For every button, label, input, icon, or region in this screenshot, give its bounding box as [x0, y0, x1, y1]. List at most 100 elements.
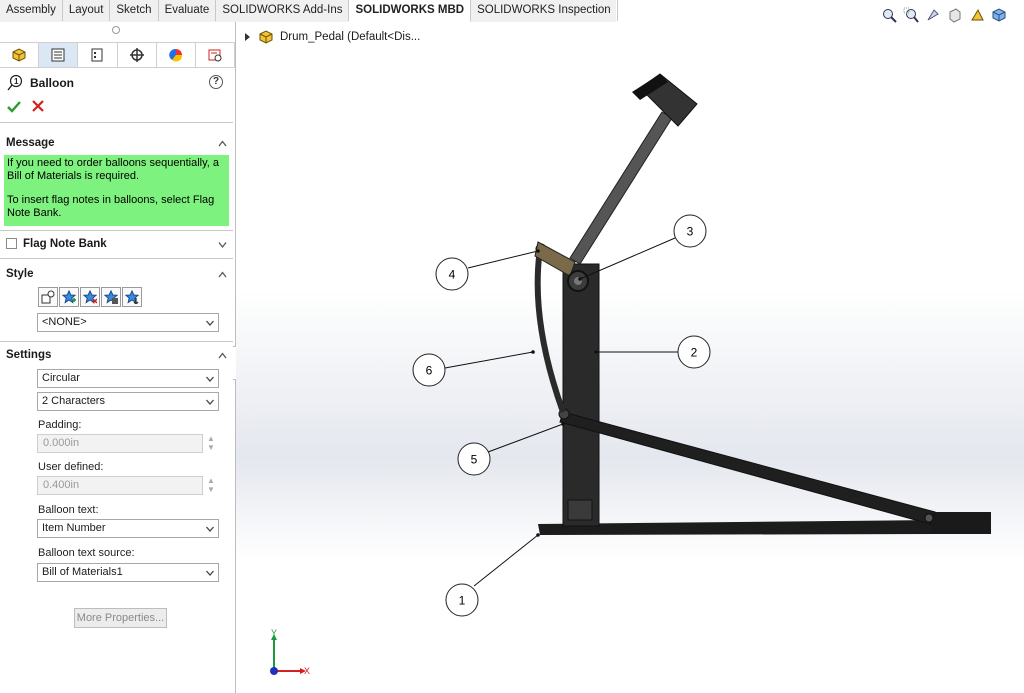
ok-button[interactable] — [6, 99, 22, 119]
cancel-button[interactable] — [31, 99, 45, 118]
zoom-to-area-button[interactable] — [902, 6, 920, 24]
display-style-icon — [992, 8, 1006, 22]
property-manager-title: Balloon — [30, 76, 74, 90]
divider — [0, 230, 233, 231]
delete-style-star-icon — [83, 290, 97, 304]
section-view-icon — [949, 8, 961, 23]
previous-view-icon — [927, 9, 939, 21]
previous-view-button[interactable] — [924, 6, 942, 24]
balloon-text-value: Item Number — [42, 522, 106, 534]
save-style-icon — [104, 290, 118, 304]
flag-note-bank-label: Flag Note Bank — [23, 238, 107, 250]
balloon-size-dropdown[interactable]: 2 Characters — [37, 392, 219, 411]
graphics-area[interactable] — [236, 22, 1024, 693]
chevron-down-icon — [206, 320, 214, 326]
tab-layout[interactable]: Layout — [63, 0, 111, 21]
mbd-manager-tab[interactable] — [196, 43, 236, 67]
tab-evaluate[interactable]: Evaluate — [159, 0, 217, 21]
tab-solidworks-mbd[interactable]: SOLIDWORKS MBD — [349, 0, 472, 22]
checkmark-icon — [7, 101, 21, 113]
load-style-button[interactable] — [122, 287, 142, 307]
property-manager-title-row: 1 Balloon — [6, 74, 74, 92]
add-style-button[interactable] — [59, 287, 79, 307]
manager-icon-tabs — [0, 42, 236, 68]
delete-style-button[interactable] — [80, 287, 100, 307]
style-dropdown-value: <NONE> — [42, 316, 87, 328]
divider — [0, 122, 233, 123]
load-style-icon — [125, 290, 139, 304]
settings-section-title: Settings — [6, 349, 52, 361]
padding-label: Padding: — [38, 419, 82, 431]
close-icon — [32, 100, 44, 112]
balloon-shape-dropdown[interactable]: Circular — [37, 369, 219, 388]
chevron-down-icon — [206, 570, 214, 576]
user-defined-spinner[interactable]: ▲ ▼ — [206, 476, 216, 495]
heads-up-view-toolbar — [880, 6, 1008, 24]
configuration-manager-icon — [91, 48, 103, 62]
mbd-manager-icon — [208, 49, 222, 62]
balloon-size-value: 2 Characters — [42, 395, 105, 407]
display-manager-tab[interactable] — [157, 43, 196, 67]
chevron-up-icon — [218, 351, 227, 358]
panel-grip-handle[interactable] — [112, 26, 120, 34]
flag-note-bank-checkbox[interactable] — [6, 238, 17, 250]
feature-tree-root[interactable]: Drum_Pedal (Default<Dis... — [244, 29, 420, 45]
message-line-2: To insert flag notes in balloons, select… — [7, 194, 215, 219]
message-section-header[interactable]: Message — [0, 132, 233, 154]
zoom-to-fit-button[interactable] — [880, 6, 898, 24]
divider — [0, 341, 233, 342]
view-orientation-icon — [971, 8, 984, 21]
tab-assembly[interactable]: Assembly — [0, 0, 63, 21]
assembly-name: Drum_Pedal (Default<Dis... — [280, 31, 421, 43]
settings-section-header[interactable]: Settings — [0, 344, 233, 366]
message-section-title: Message — [6, 137, 55, 149]
style-dropdown[interactable]: <NONE> — [37, 313, 219, 332]
more-properties-button[interactable]: More Properties... — [74, 608, 167, 628]
display-manager-icon — [169, 48, 182, 62]
tab-solidworks-inspection[interactable]: SOLIDWORKS Inspection — [471, 0, 618, 21]
user-defined-label: User defined: — [38, 461, 104, 473]
expand-arrow-icon[interactable] — [244, 33, 252, 41]
flag-note-bank-row[interactable]: Flag Note Bank — [0, 233, 233, 255]
display-style-button[interactable] — [990, 6, 1008, 24]
save-style-button[interactable] — [101, 287, 121, 307]
user-defined-input[interactable]: 0.400in — [37, 476, 203, 495]
property-manager-icon — [51, 48, 65, 62]
message-box: If you need to order balloons sequential… — [4, 155, 229, 226]
chevron-down-icon — [206, 399, 214, 405]
help-icon[interactable]: ? — [209, 75, 223, 89]
zoom-to-area-icon — [903, 7, 919, 23]
add-style-star-icon — [62, 290, 76, 304]
configuration-manager-tab[interactable] — [78, 43, 118, 67]
divider — [0, 258, 233, 259]
balloon-text-dropdown[interactable]: Item Number — [37, 519, 219, 538]
tab-sketch[interactable]: Sketch — [110, 0, 159, 21]
balloon-text-label: Balloon text: — [38, 504, 99, 516]
balloon-shape-value: Circular — [42, 372, 80, 384]
chevron-up-icon — [218, 139, 227, 146]
tab-solidworks-add-ins[interactable]: SOLIDWORKS Add-Ins — [216, 0, 350, 21]
style-section-header[interactable]: Style — [0, 263, 233, 285]
feature-manager-tab[interactable] — [0, 43, 40, 67]
dimxpert-icon — [129, 48, 144, 62]
section-view-button[interactable] — [946, 6, 964, 24]
message-line-1: If you need to order balloons sequential… — [7, 157, 219, 182]
balloon-text-source-dropdown[interactable]: Bill of Materials1 — [37, 563, 219, 582]
chevron-down-icon — [206, 376, 214, 382]
apply-default-style-button[interactable] — [38, 287, 58, 307]
balloon-icon: 1 — [7, 74, 23, 91]
svg-text:1: 1 — [14, 77, 19, 86]
padding-spinner[interactable]: ▲ ▼ — [206, 434, 216, 453]
chevron-up-icon — [218, 270, 227, 277]
view-orientation-button[interactable] — [968, 6, 986, 24]
balloon-text-source-value: Bill of Materials1 — [42, 566, 123, 578]
padding-input[interactable]: 0.000in — [37, 434, 203, 453]
dimxpert-tab[interactable] — [118, 43, 157, 67]
property-manager-panel: 1 Balloon ? Message If you need to order… — [0, 22, 236, 693]
default-style-icon — [41, 290, 55, 304]
chevron-down-icon — [218, 241, 227, 248]
style-toolbar — [38, 287, 143, 307]
style-section-title: Style — [6, 268, 34, 280]
property-manager-tab[interactable] — [39, 43, 79, 67]
chevron-down-icon — [206, 526, 214, 532]
